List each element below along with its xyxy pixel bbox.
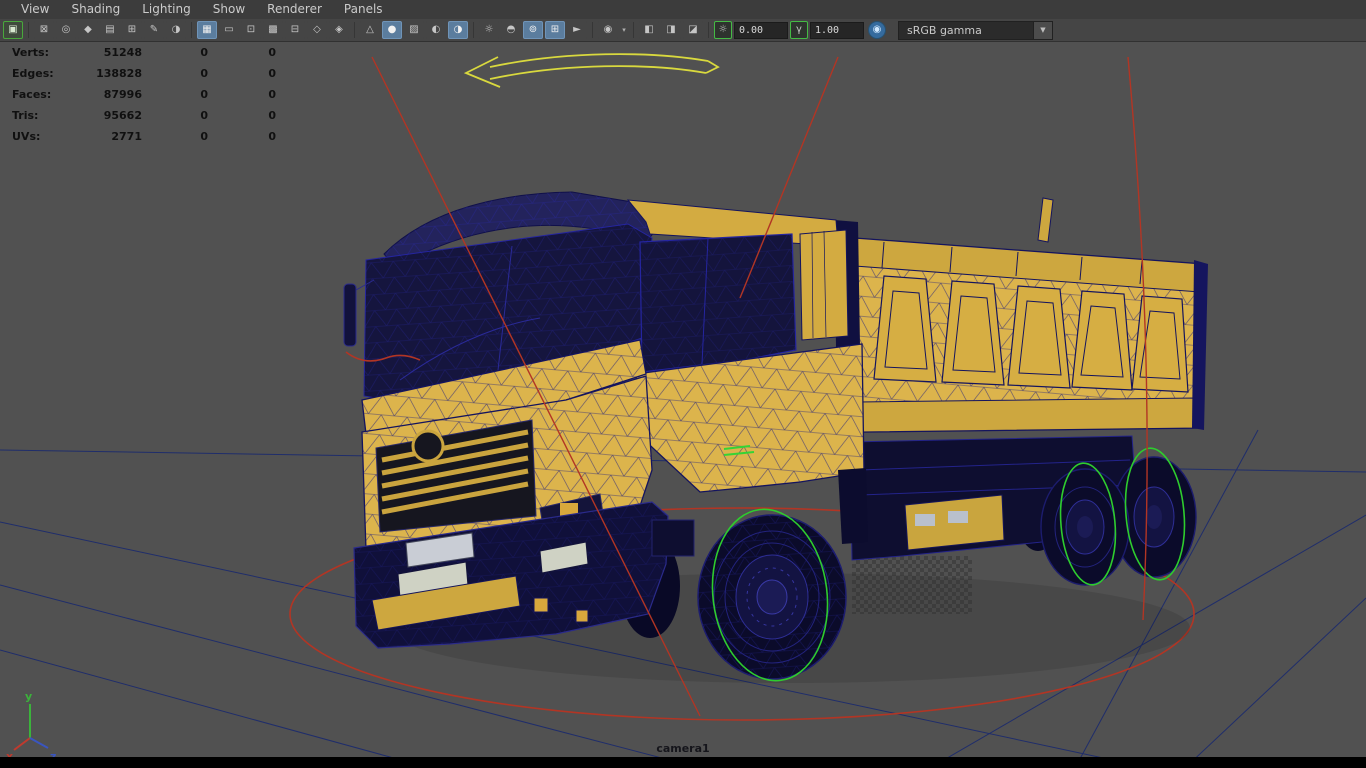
poly-count-hud: Verts: 51248 0 0 Edges: 138828 0 0 Faces… bbox=[12, 42, 276, 147]
color-management-icon[interactable]: ◉ bbox=[868, 21, 886, 39]
exposure-icon[interactable]: ☼ bbox=[714, 21, 732, 39]
field-chart-icon[interactable]: ⊟ bbox=[285, 21, 305, 39]
hud-col2: 0 bbox=[142, 88, 208, 101]
gate-mask-icon[interactable]: ▩ bbox=[263, 21, 283, 39]
hud-col3: 0 bbox=[208, 67, 276, 80]
toolbar-separator bbox=[473, 22, 474, 38]
exposure-input[interactable] bbox=[734, 22, 788, 39]
grid-icon[interactable]: ▦ bbox=[197, 21, 217, 39]
hud-label: Edges: bbox=[12, 67, 70, 80]
hud-col3: 0 bbox=[208, 88, 276, 101]
safe-title-icon[interactable]: ◈ bbox=[329, 21, 349, 39]
snapshot-icon[interactable]: ◑ bbox=[166, 21, 186, 39]
xray-joints-icon[interactable]: ◨ bbox=[661, 21, 681, 39]
lock-camera-icon[interactable]: ⊠ bbox=[34, 21, 54, 39]
use-default-material-icon[interactable]: ◐ bbox=[426, 21, 446, 39]
gamma-icon[interactable]: γ bbox=[790, 21, 808, 39]
menu-lighting[interactable]: Lighting bbox=[131, 0, 202, 19]
hud-col2: 0 bbox=[142, 130, 208, 143]
menu-view[interactable]: View bbox=[10, 0, 60, 19]
chevron-down-icon[interactable]: ▼ bbox=[1033, 22, 1052, 39]
hud-col2: 0 bbox=[142, 67, 208, 80]
menu-show[interactable]: Show bbox=[202, 0, 256, 19]
hud-col3: 0 bbox=[208, 46, 276, 59]
toolbar-separator bbox=[592, 22, 593, 38]
camera-attributes-icon[interactable]: ◎ bbox=[56, 21, 76, 39]
hud-total: 95662 bbox=[70, 109, 142, 122]
toolbar-separator bbox=[354, 22, 355, 38]
hud-label: UVs: bbox=[12, 130, 70, 143]
plate-mode-icon[interactable]: ◪ bbox=[683, 21, 703, 39]
hud-label: Tris: bbox=[12, 109, 70, 122]
bottom-black-bar bbox=[0, 757, 1366, 768]
motion-blur-icon[interactable]: ► bbox=[567, 21, 587, 39]
wireframe-on-shaded-icon[interactable]: ◑ bbox=[448, 21, 468, 39]
panel-toolbar: ▣ ⊠ ◎ ◆ ▤ ⊞ ✎ ◑ ▦ ▭ ⊡ ▩ ⊟ ◇ ◈ △ ● ▨ ◐ ◑ … bbox=[0, 19, 1366, 42]
hud-col3: 0 bbox=[208, 109, 276, 122]
multisample-aa-icon[interactable]: ⊞ bbox=[545, 21, 565, 39]
hud-label: Verts: bbox=[12, 46, 70, 59]
film-gate-icon[interactable]: ▭ bbox=[219, 21, 239, 39]
safe-action-icon[interactable]: ◇ bbox=[307, 21, 327, 39]
hud-col2: 0 bbox=[142, 46, 208, 59]
menu-shading[interactable]: Shading bbox=[60, 0, 131, 19]
hud-label: Faces: bbox=[12, 88, 70, 101]
view-transform-dropdown[interactable]: sRGB gamma ▼ bbox=[898, 21, 1053, 40]
camera-name-label: camera1 bbox=[0, 742, 1366, 755]
smooth-shaded-icon[interactable]: ● bbox=[382, 21, 402, 39]
panel-menu-bar: View Shading Lighting Show Renderer Pane… bbox=[0, 0, 1366, 19]
screen-space-ao-icon[interactable]: ⊚ bbox=[523, 21, 543, 39]
viewport-3d[interactable]: y x z bbox=[0, 41, 1366, 768]
hud-col3: 0 bbox=[208, 130, 276, 143]
steering-arrow-controller[interactable] bbox=[466, 54, 718, 87]
default-lighting-icon[interactable]: ☼ bbox=[479, 21, 499, 39]
toolbar-separator bbox=[191, 22, 192, 38]
wireframe-icon[interactable]: △ bbox=[360, 21, 380, 39]
truck-dump-bed bbox=[834, 198, 1208, 472]
hud-total: 138828 bbox=[70, 67, 142, 80]
two-d-pan-zoom-icon[interactable]: ⊞ bbox=[122, 21, 142, 39]
toolbar-separator bbox=[633, 22, 634, 38]
shadows-icon[interactable]: ◓ bbox=[501, 21, 521, 39]
view-transform-value: sRGB gamma bbox=[899, 24, 1033, 37]
isolate-select-icon[interactable]: ◉ bbox=[598, 21, 618, 39]
textured-icon[interactable]: ▨ bbox=[404, 21, 424, 39]
isolate-select-caret-icon[interactable]: ▾ bbox=[620, 26, 628, 34]
bookmark-icon[interactable]: ◆ bbox=[78, 21, 98, 39]
toolbar-separator bbox=[28, 22, 29, 38]
hud-total: 87996 bbox=[70, 88, 142, 101]
hud-total: 51248 bbox=[70, 46, 142, 59]
hud-total: 2771 bbox=[70, 130, 142, 143]
menu-renderer[interactable]: Renderer bbox=[256, 0, 333, 19]
image-plane-icon[interactable]: ▤ bbox=[100, 21, 120, 39]
grease-pencil-icon[interactable]: ✎ bbox=[144, 21, 164, 39]
resolution-gate-icon[interactable]: ⊡ bbox=[241, 21, 261, 39]
axis-y-label: y bbox=[25, 690, 32, 703]
toolbar-separator bbox=[708, 22, 709, 38]
gamma-input[interactable] bbox=[810, 22, 864, 39]
select-camera-icon[interactable]: ▣ bbox=[3, 21, 23, 39]
xray-icon[interactable]: ◧ bbox=[639, 21, 659, 39]
hud-col2: 0 bbox=[142, 109, 208, 122]
menu-panels[interactable]: Panels bbox=[333, 0, 394, 19]
